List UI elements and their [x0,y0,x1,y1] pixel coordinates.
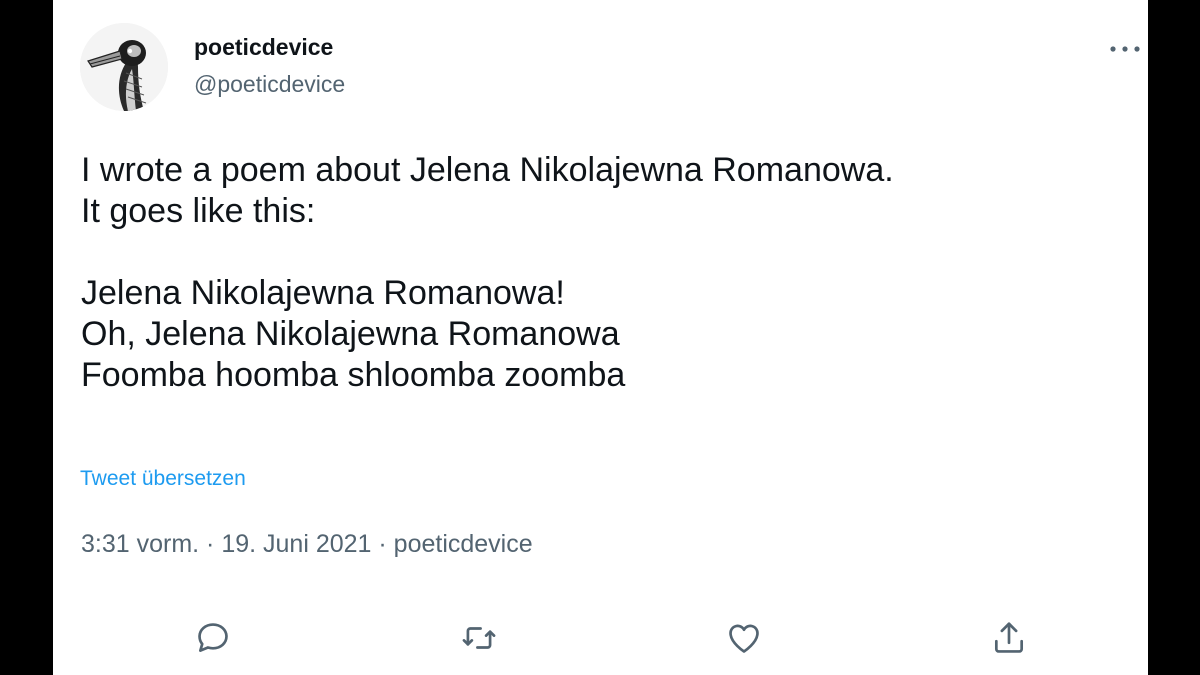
like-icon[interactable] [720,614,768,662]
tweet-text-line: Jelena Nikolajewna Romanowa! [81,274,565,312]
tweet-text-line: It goes like this: [81,192,316,230]
translate-tweet-link[interactable]: Tweet übersetzen [80,467,246,491]
tweet-text-line: Foomba hoomba shloomba zoomba [81,356,626,394]
tweet-card: poeticdevice @poeticdevice I wrote a poe… [53,0,1148,675]
share-icon[interactable] [985,614,1033,662]
tweet-text-line: I wrote a poem about Jelena Nikolajewna … [81,151,894,189]
bird-sketch-image [80,23,168,111]
reply-icon[interactable] [189,614,237,662]
avatar[interactable] [80,23,168,111]
display-name[interactable]: poeticdevice [194,34,333,61]
more-horizontal-icon[interactable] [1108,34,1142,64]
user-handle[interactable]: @poeticdevice [194,71,345,98]
retweet-icon[interactable] [455,614,503,662]
tweet-text-line: Oh, Jelena Nikolajewna Romanowa [81,315,620,353]
tweet-text: I wrote a poem about Jelena Nikolajewna … [81,150,1121,396]
tweet-timestamp[interactable]: 3:31 vorm. · 19. Juni 2021 · poeticdevic… [81,530,533,559]
